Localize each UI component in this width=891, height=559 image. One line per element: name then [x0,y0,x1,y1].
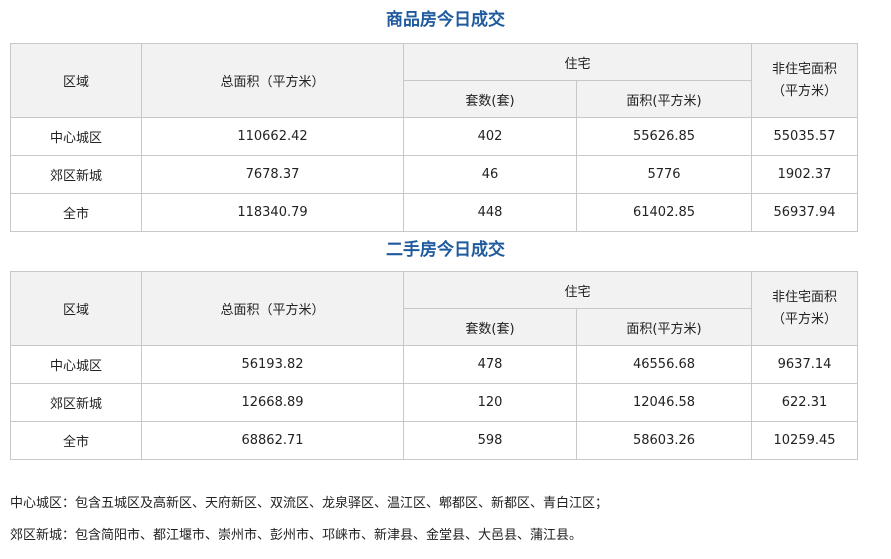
cell-residential-area: 12046.58 [575,383,753,422]
table-row: 中心城区 110662.42 402 55626.85 55035.57 [10,117,859,156]
cell-units: 402 [403,117,577,156]
cell-units: 478 [403,345,577,384]
header-residential-area: 面积(平方米) [575,308,753,346]
cell-residential-area: 55626.85 [575,117,753,156]
second-hand-homes-table: 区域 总面积（平方米） 住宅 非住宅面积 （平方米） 套数(套) 面积(平方米)… [10,271,859,460]
table-row: 郊区新城 12668.89 120 12046.58 622.31 [10,383,859,422]
header-non-residential-line1: 非住宅面积 [772,61,838,77]
table-row: 郊区新城 7678.37 46 5776 1902.37 [10,155,859,194]
header-total-area: 总面积（平方米） [141,43,404,118]
table-header-row: 区域 总面积（平方米） 住宅 非住宅面积 （平方米） [10,43,859,118]
cell-residential-area: 5776 [575,155,753,194]
table-row: 中心城区 56193.82 478 46556.68 9637.14 [10,345,859,384]
header-units: 套数(套) [403,308,577,346]
cell-total-area: 118340.79 [141,193,404,232]
header-non-residential-line1: 非住宅面积 [772,289,838,305]
cell-residential-area: 58603.26 [575,421,753,460]
table-row: 全市 68862.71 598 58603.26 10259.45 [10,421,859,460]
table-header-row: 区域 总面积（平方米） 住宅 非住宅面积 （平方米） [10,271,859,346]
section-title-second-hand-homes: 二手房今日成交 [386,240,505,260]
cell-region: 全市 [10,421,142,460]
cell-residential-area: 61402.85 [575,193,753,232]
header-region: 区域 [10,271,142,346]
cell-non-residential-area: 56937.94 [751,193,859,232]
header-residential: 住宅 [402,43,753,81]
cell-region: 郊区新城 [10,383,142,422]
table-row: 全市 118340.79 448 61402.85 56937.94 [10,193,859,232]
header-non-residential-line2: （平方米） [772,311,838,327]
cell-region: 郊区新城 [10,155,142,194]
header-non-residential: 非住宅面积 （平方米） [751,271,859,346]
header-residential-area: 面积(平方米) [575,80,753,118]
cell-region: 中心城区 [10,117,142,156]
cell-residential-area: 46556.68 [575,345,753,384]
cell-total-area: 7678.37 [141,155,404,194]
header-non-residential: 非住宅面积 （平方米） [751,43,859,118]
cell-units: 120 [403,383,577,422]
header-units: 套数(套) [403,80,577,118]
header-residential: 住宅 [402,271,753,309]
cell-units: 448 [403,193,577,232]
cell-units: 46 [403,155,577,194]
cell-total-area: 56193.82 [141,345,404,384]
header-region: 区域 [10,43,142,118]
cell-non-residential-area: 10259.45 [751,421,859,460]
header-non-residential-line2: （平方米） [772,83,838,99]
note-central-districts: 中心城区：包含五城区及高新区、天府新区、双流区、龙泉驿区、温江区、郫都区、新都区… [10,496,609,511]
cell-non-residential-area: 55035.57 [751,117,859,156]
cell-region: 中心城区 [10,345,142,384]
cell-non-residential-area: 9637.14 [751,345,859,384]
cell-non-residential-area: 1902.37 [751,155,859,194]
cell-non-residential-area: 622.31 [751,383,859,422]
cell-total-area: 68862.71 [141,421,404,460]
new-homes-table: 区域 总面积（平方米） 住宅 非住宅面积 （平方米） 套数(套) 面积(平方米)… [10,43,859,232]
note-suburban-towns: 郊区新城：包含简阳市、都江堰市、崇州市、彭州市、邛崃市、新津县、金堂县、大邑县、… [10,528,583,543]
cell-units: 598 [403,421,577,460]
cell-total-area: 110662.42 [141,117,404,156]
cell-region: 全市 [10,193,142,232]
header-total-area: 总面积（平方米） [141,271,404,346]
cell-total-area: 12668.89 [141,383,404,422]
section-title-new-homes: 商品房今日成交 [386,10,505,30]
